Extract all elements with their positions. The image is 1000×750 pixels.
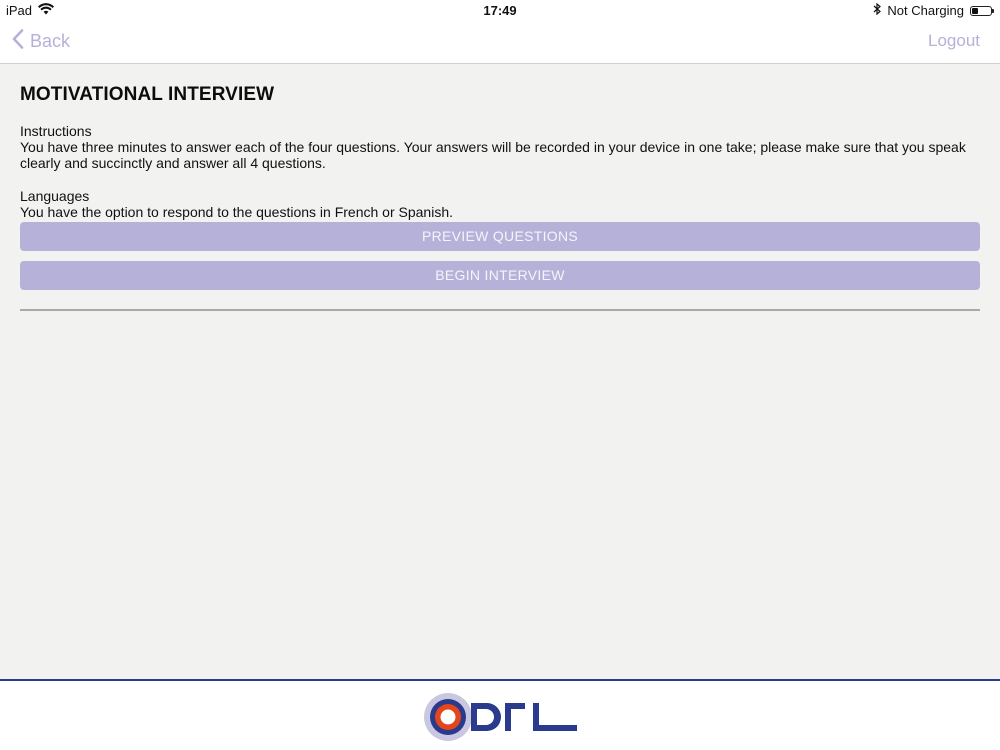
odl-logo — [424, 693, 577, 741]
begin-interview-button[interactable]: BEGIN INTERVIEW — [20, 261, 980, 290]
back-label: Back — [30, 31, 71, 51]
page-title: MOTIVATIONAL INTERVIEW — [20, 84, 275, 105]
instructions-body: You have three minutes to answer each of… — [20, 139, 966, 171]
languages-heading: Languages — [20, 188, 90, 204]
status-right: Not Charging — [873, 2, 994, 18]
nav-bar: Back Logout — [0, 22, 1000, 64]
back-button[interactable]: Back — [12, 29, 70, 54]
divider — [20, 309, 980, 311]
status-bar: iPad 17:49 Not Charging — [0, 0, 1000, 22]
instructions-heading: Instructions — [20, 123, 92, 139]
logout-button[interactable]: Logout — [928, 31, 980, 51]
languages-section: Languages You have the option to respond… — [20, 188, 980, 220]
preview-questions-button[interactable]: PREVIEW QUESTIONS — [20, 222, 980, 251]
languages-body: You have the option to respond to the qu… — [20, 204, 454, 220]
footer — [0, 679, 1000, 750]
charging-status: Not Charging — [887, 3, 964, 18]
battery-level — [972, 7, 979, 14]
status-time: 17:49 — [483, 3, 517, 18]
bluetooth-icon — [873, 2, 882, 18]
main-content: MOTIVATIONAL INTERVIEW Instructions You … — [20, 64, 980, 311]
chevron-left-icon — [12, 29, 24, 54]
battery-icon — [970, 5, 994, 16]
instructions-section: Instructions You have three minutes to a… — [20, 123, 980, 171]
